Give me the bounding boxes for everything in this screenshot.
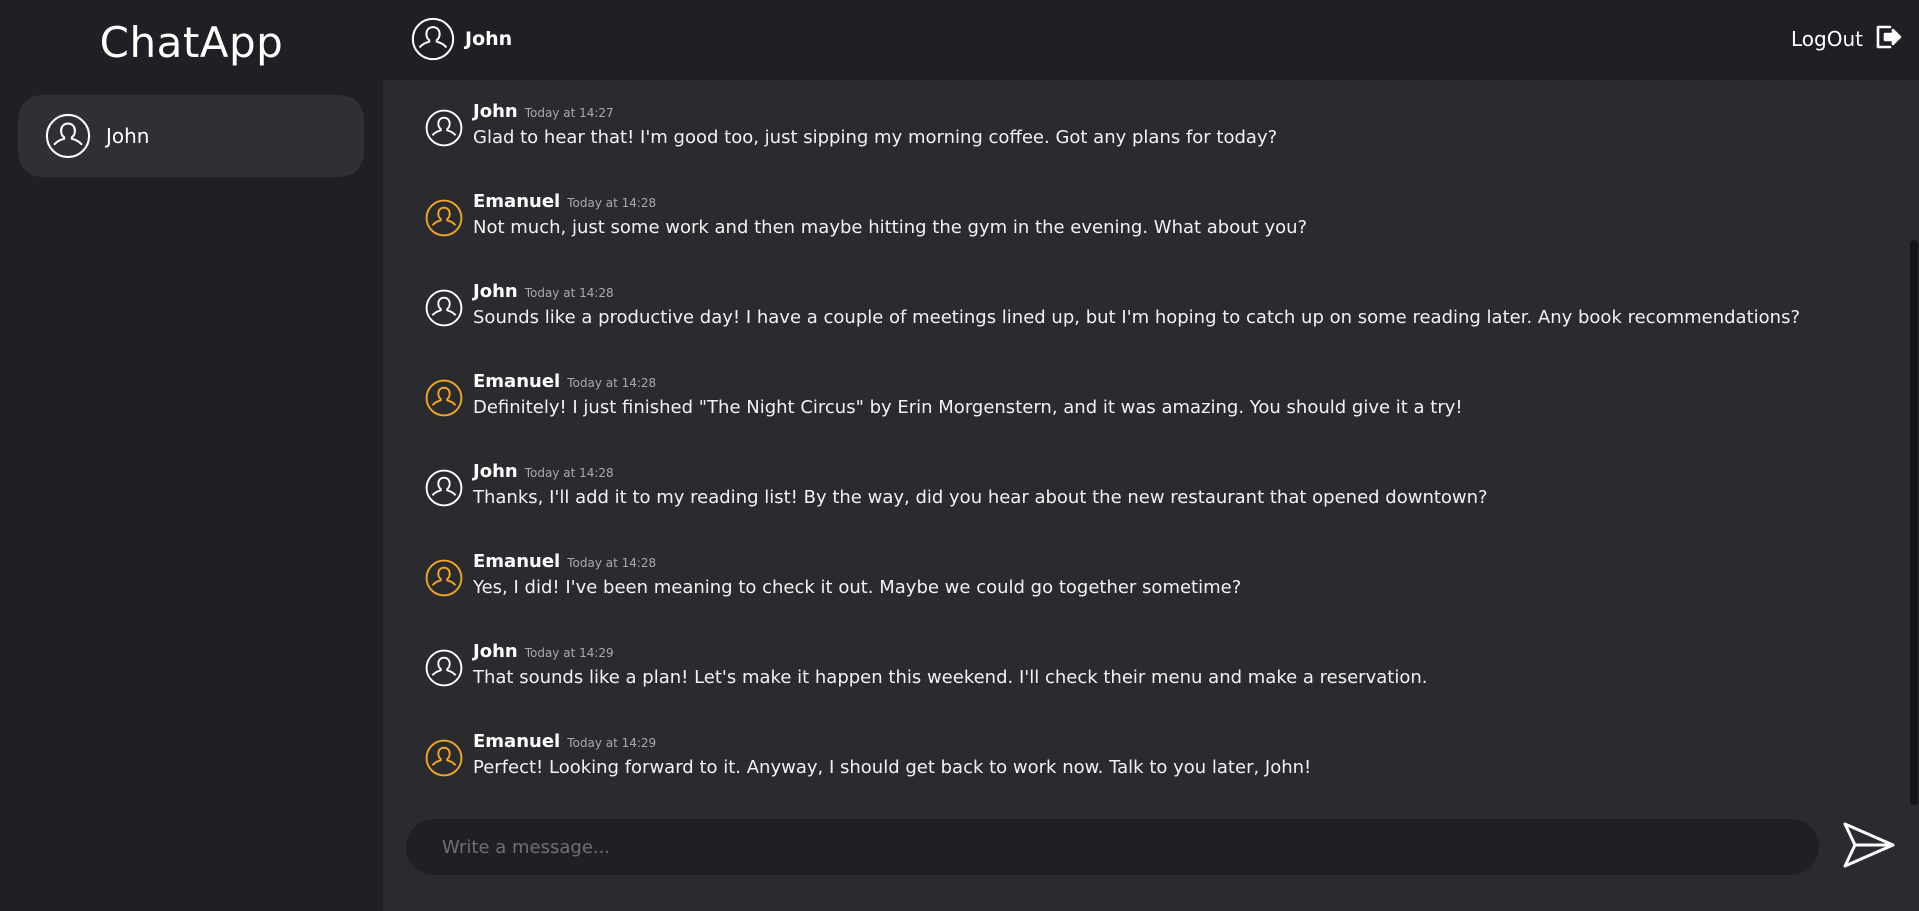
message-text: Glad to hear that! I'm good too, just si…	[473, 127, 1278, 148]
message-item: Emanuel Today at 14:28 Not much, just so…	[425, 191, 1307, 238]
logout-button[interactable]: LogOut	[1791, 22, 1903, 56]
logout-label: LogOut	[1791, 27, 1863, 51]
message-text: That sounds like a plan! Let's make it h…	[473, 667, 1428, 688]
message-timestamp: Today at 14:28	[524, 286, 614, 300]
message-item: Emanuel Today at 14:29 Perfect! Looking …	[425, 731, 1311, 778]
message-item: Emanuel Today at 14:28 Definitely! I jus…	[425, 371, 1463, 418]
message-item: John Today at 14:28 Sounds like a produc…	[425, 281, 1800, 328]
message-text: Thanks, I'll add it to my reading list! …	[473, 487, 1488, 508]
sidebar: ChatApp John	[0, 0, 383, 911]
message-author: Emanuel	[473, 551, 561, 572]
message-author: Emanuel	[473, 191, 561, 212]
user-icon	[425, 289, 463, 327]
message-author: Emanuel	[473, 371, 561, 392]
message-author: John	[473, 461, 518, 482]
send-button[interactable]	[1841, 820, 1897, 870]
user-icon	[425, 199, 463, 237]
message-timestamp: Today at 14:28	[524, 466, 614, 480]
message-timestamp: Today at 14:29	[524, 646, 614, 660]
user-icon	[425, 379, 463, 417]
user-icon	[425, 739, 463, 777]
message-text: Yes, I did! I've been meaning to check i…	[473, 577, 1242, 598]
user-icon	[411, 17, 455, 61]
user-icon	[425, 559, 463, 597]
user-icon	[425, 109, 463, 147]
sidebar-contact-name: John	[106, 124, 150, 148]
message-text: Definitely! I just finished "The Night C…	[473, 397, 1463, 418]
logout-icon	[1873, 22, 1903, 56]
message-timestamp: Today at 14:28	[567, 376, 657, 390]
app-title: ChatApp	[99, 18, 284, 67]
scrollbar-thumb[interactable]	[1910, 240, 1918, 805]
chat-header: John LogOut	[383, 0, 1919, 80]
chat-contact-name: John	[465, 28, 513, 50]
message-timestamp: Today at 14:27	[524, 106, 614, 120]
message-text: Sounds like a productive day! I have a c…	[473, 307, 1800, 328]
message-list[interactable]: John Today at 14:27 Glad to hear that! I…	[383, 80, 1919, 810]
message-item: John Today at 14:29 That sounds like a p…	[425, 641, 1427, 688]
message-author: Emanuel	[473, 731, 561, 752]
user-icon	[425, 649, 463, 687]
message-timestamp: Today at 14:29	[567, 736, 657, 750]
message-item: Emanuel Today at 14:28 Yes, I did! I've …	[425, 551, 1241, 598]
user-icon	[425, 469, 463, 507]
sidebar-contact-john[interactable]: John	[18, 95, 364, 177]
message-scrollbar[interactable]	[1909, 90, 1919, 810]
message-text: Not much, just some work and then maybe …	[473, 217, 1308, 238]
message-text: Perfect! Looking forward to it. Anyway, …	[473, 757, 1312, 778]
send-icon	[1841, 822, 1897, 874]
message-author: John	[473, 281, 518, 302]
message-item: John Today at 14:28 Thanks, I'll add it …	[425, 461, 1488, 508]
message-author: John	[473, 101, 518, 122]
message-input[interactable]	[406, 819, 1819, 875]
message-timestamp: Today at 14:28	[567, 556, 657, 570]
user-icon	[45, 113, 91, 159]
message-item: John Today at 14:27 Glad to hear that! I…	[425, 101, 1277, 148]
message-author: John	[473, 641, 518, 662]
message-timestamp: Today at 14:28	[567, 196, 657, 210]
